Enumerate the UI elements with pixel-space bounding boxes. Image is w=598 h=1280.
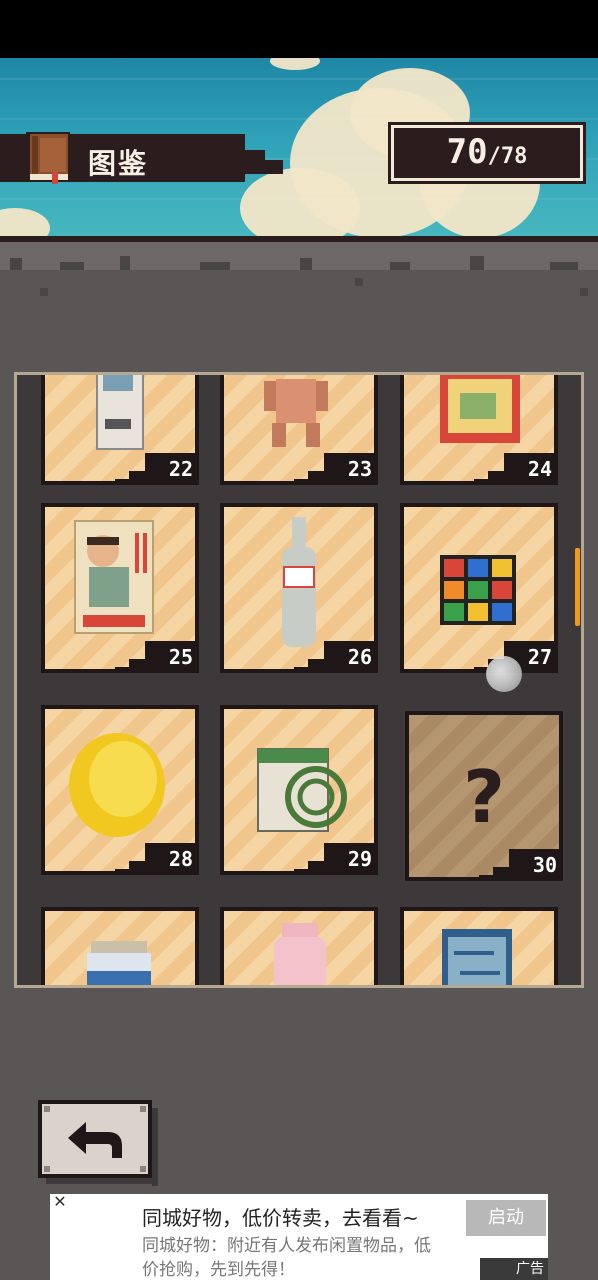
ad-description: 同城好物：附近有人发布闲置物品，低价抢购，先到先得！ <box>142 1236 431 1280</box>
collected-count: 70 <box>446 132 488 172</box>
glass-jar-icon <box>87 941 151 985</box>
cloud <box>240 168 360 240</box>
counter-separator: / <box>487 144 501 169</box>
collection-card[interactable]: 27 <box>400 503 558 673</box>
book-icon <box>26 132 70 184</box>
collection-card[interactable]: 24 <box>400 375 558 485</box>
ad-launch-button[interactable]: 启动 <box>466 1200 546 1236</box>
collection-counter: 70/78 <box>388 122 586 184</box>
collection-card[interactable]: 29 <box>220 705 378 875</box>
collection-card[interactable]: 26 <box>220 503 378 673</box>
card-number: 30 <box>479 849 561 881</box>
back-button[interactable] <box>38 1100 152 1178</box>
cloud <box>270 58 320 70</box>
collection-card[interactable]: 23 <box>220 375 378 485</box>
card-number: 25 <box>115 641 197 673</box>
card-number: 24 <box>474 453 556 485</box>
card-number: 29 <box>294 843 376 875</box>
card-number: 22 <box>115 453 197 485</box>
maze-game-icon <box>442 929 512 985</box>
card-number: 28 <box>115 843 197 875</box>
collection-card[interactable]: 31 <box>41 907 199 985</box>
milk-bottle-icon <box>274 923 326 985</box>
ad-title: 同城好物，低价转卖，去看看~ <box>142 1206 419 1230</box>
status-bar <box>0 0 598 58</box>
collection-card[interactable]: 25 <box>41 503 199 673</box>
ad-close-icon[interactable]: ✕ <box>52 1194 68 1210</box>
ad-banner[interactable]: ✕ 同城好物，低价转卖，去看看~ 同城好物：附近有人发布闲置物品，低价抢购，先到… <box>50 1194 548 1280</box>
panel-scrollbar[interactable] <box>575 548 580 626</box>
touch-indicator <box>486 656 522 692</box>
card-number: 26 <box>294 641 376 673</box>
back-arrow-icon <box>44 1106 146 1172</box>
collection-card[interactable]: 33 <box>400 907 558 985</box>
card-number: 23 <box>294 453 376 485</box>
collection-card-locked[interactable]: ? 30 <box>405 711 563 881</box>
total-count: 78 <box>500 144 528 169</box>
locked-question-mark: ? <box>463 755 505 839</box>
collection-card[interactable]: 28 <box>41 705 199 875</box>
page-title: 图鉴 <box>88 147 149 180</box>
ad-tag: 广告 <box>480 1258 548 1280</box>
collection-card[interactable]: 22 <box>41 375 199 485</box>
collection-card[interactable]: 32 <box>220 907 378 985</box>
